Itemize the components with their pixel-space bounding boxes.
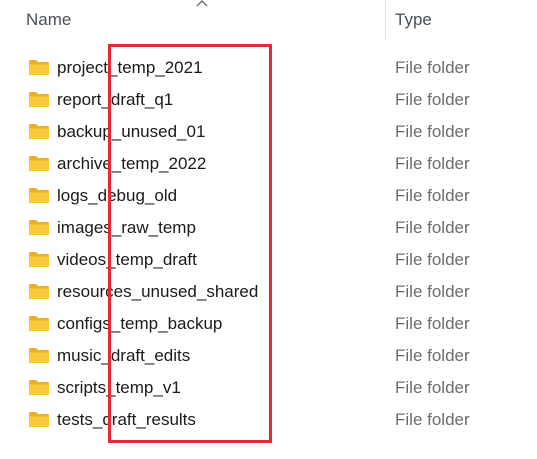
list-item[interactable]: configs_temp_backup File folder [0,308,537,340]
folder-icon [29,316,49,331]
folder-icon [29,348,49,363]
item-name[interactable]: tests_draft_results [57,410,196,430]
list-item[interactable]: tests_draft_results File folder [0,404,537,436]
column-header-name[interactable]: Name [26,10,71,30]
folder-icon [29,412,49,427]
item-type: File folder [395,346,470,365]
chevron-up-icon[interactable] [195,0,209,8]
column-divider[interactable] [385,0,386,40]
item-name[interactable]: videos_temp_draft [57,250,197,270]
folder-icon [29,252,49,267]
folder-icon [29,124,49,139]
list-item[interactable]: report_draft_q1 File folder [0,84,537,116]
folder-icon [29,188,49,203]
folder-icon [29,156,49,171]
item-type: File folder [395,122,470,141]
list-item[interactable]: images_raw_temp File folder [0,212,537,244]
item-name[interactable]: logs_debug_old [57,186,177,206]
item-name[interactable]: archive_temp_2022 [57,154,206,174]
column-header-bar: Name Type [0,0,537,40]
item-type: File folder [395,378,470,397]
list-item[interactable]: logs_debug_old File folder [0,180,537,212]
item-name[interactable]: resources_unused_shared [57,282,258,302]
list-item[interactable]: archive_temp_2022 File folder [0,148,537,180]
item-name[interactable]: music_draft_edits [57,346,190,366]
item-name[interactable]: backup_unused_01 [57,122,205,142]
folder-icon [29,60,49,75]
folder-icon [29,220,49,235]
item-name[interactable]: images_raw_temp [57,218,196,238]
item-name[interactable]: project_temp_2021 [57,58,203,78]
list-item[interactable]: resources_unused_shared File folder [0,276,537,308]
item-type: File folder [395,314,470,333]
item-type: File folder [395,90,470,109]
item-type: File folder [395,154,470,173]
list-item[interactable]: project_temp_2021 File folder [0,52,537,84]
folder-icon [29,92,49,107]
item-type: File folder [395,186,470,205]
item-type: File folder [395,250,470,269]
column-header-type[interactable]: Type [395,10,432,30]
folder-icon [29,284,49,299]
list-item[interactable]: scripts_temp_v1 File folder [0,372,537,404]
item-name[interactable]: configs_temp_backup [57,314,222,334]
file-list: project_temp_2021 File folder report_draft… [0,52,537,436]
item-name[interactable]: report_draft_q1 [57,90,173,110]
item-type: File folder [395,410,470,429]
item-type: File folder [395,282,470,301]
list-item[interactable]: backup_unused_01 File folder [0,116,537,148]
folder-icon [29,380,49,395]
item-type: File folder [395,218,470,237]
list-item[interactable]: videos_temp_draft File folder [0,244,537,276]
item-name[interactable]: scripts_temp_v1 [57,378,181,398]
item-type: File folder [395,58,470,77]
list-item[interactable]: music_draft_edits File folder [0,340,537,372]
